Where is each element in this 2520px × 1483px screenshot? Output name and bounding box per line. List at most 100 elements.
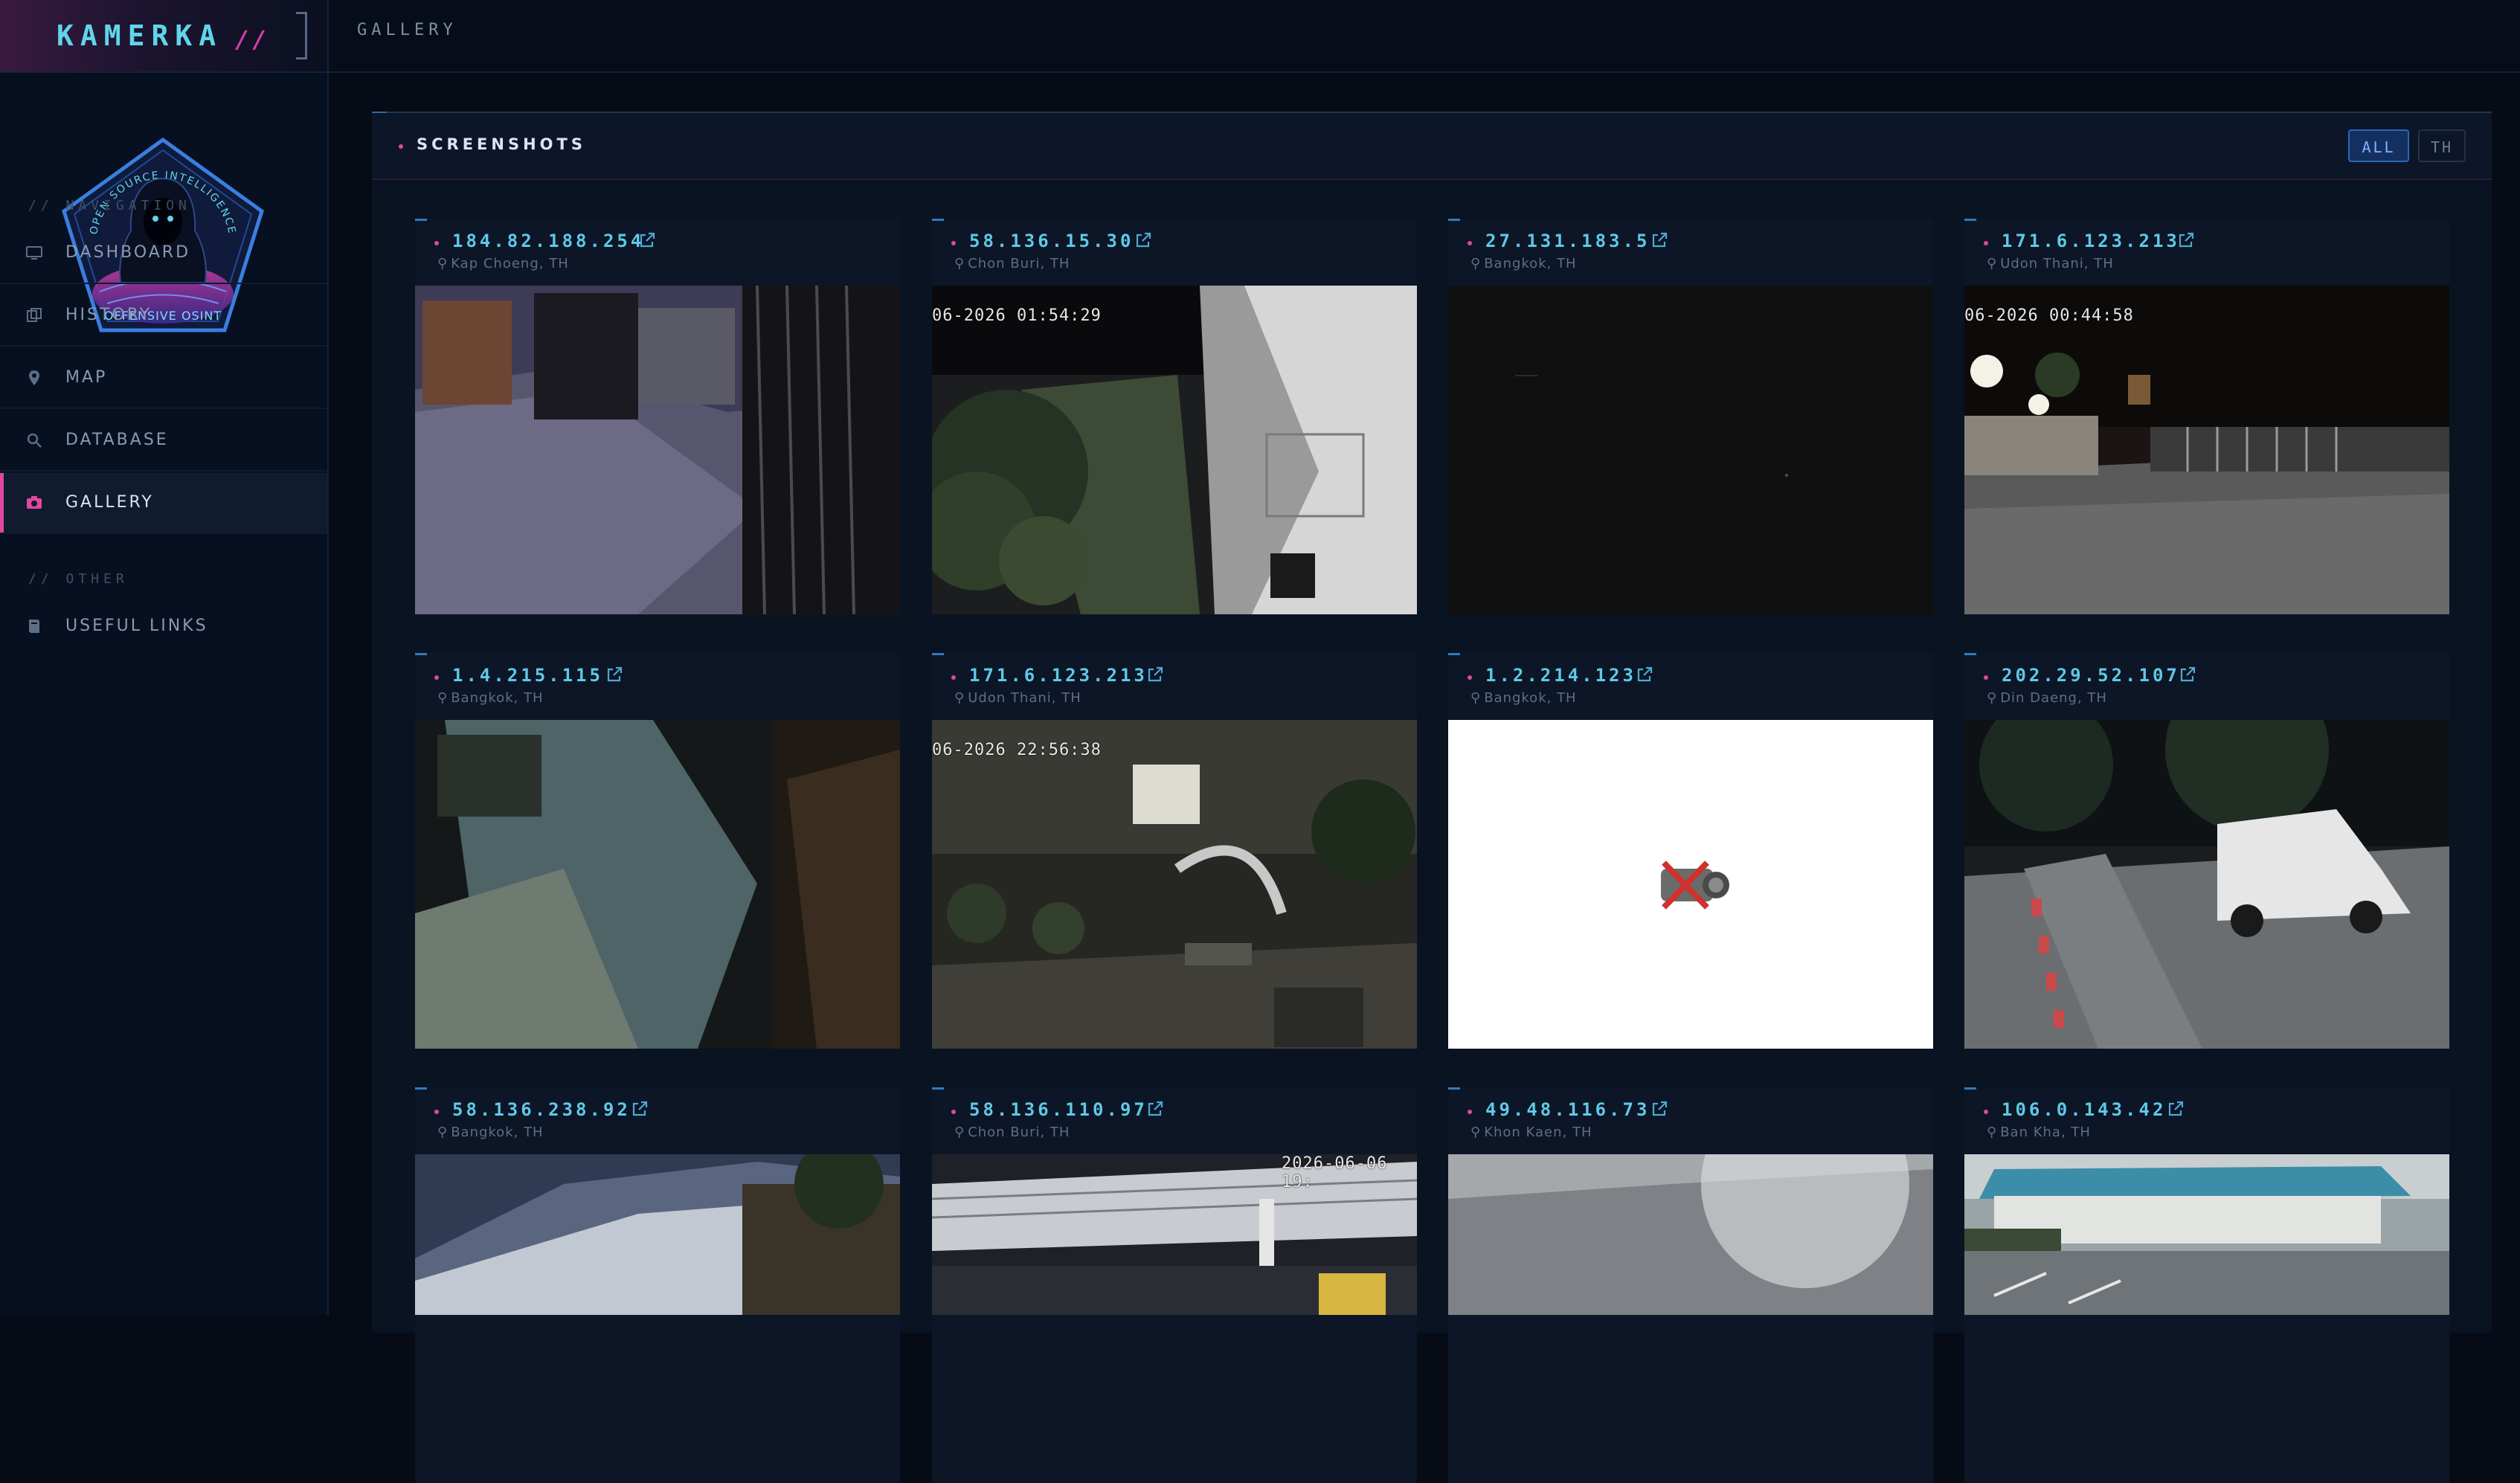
camera-card[interactable]: 58.136.110.97 ⚲ Chon Buri, TH 2026-06-06 … xyxy=(932,1087,1417,1483)
camera-ip[interactable]: 106.0.143.42 xyxy=(2002,1099,2166,1120)
sidebar-item-label: MAP xyxy=(65,368,108,387)
camera-ip[interactable]: 58.136.15.30 xyxy=(969,231,1134,251)
camera-card[interactable]: 106.0.143.42 ⚲ Ban Kha, TH xyxy=(1964,1087,2449,1483)
camera-ip[interactable]: 49.48.116.73 xyxy=(1485,1099,1650,1120)
camera-card[interactable]: 184.82.188.254 ⚲ Kap Choeng, TH xyxy=(415,219,900,614)
sidebar-item-database[interactable]: DATABASE xyxy=(0,411,327,472)
camera-card[interactable]: 202.29.52.107 ⚲ Din Daeng, TH xyxy=(1964,653,2449,1049)
search-icon xyxy=(27,433,42,448)
camera-snapshot[interactable]: 06-2026 22:56:38 xyxy=(932,720,1417,1049)
external-link-icon[interactable] xyxy=(1146,1100,1164,1118)
bullet-dot-icon xyxy=(951,241,956,245)
camera-snapshot[interactable] xyxy=(1448,1154,1933,1315)
map-pin-icon: ⚲ xyxy=(1470,1125,1482,1140)
camera-timestamp: 06-2026 01:54:29 xyxy=(932,306,1102,325)
map-pin-icon xyxy=(29,370,39,385)
sidebar-item-gallery[interactable]: GALLERY xyxy=(0,473,327,534)
bullet-dot-icon xyxy=(434,241,439,245)
camera-card[interactable]: 49.48.116.73 ⚲ Khon Kaen, TH xyxy=(1448,1087,1933,1483)
camera-timestamp: 2026-06-06 19: xyxy=(1282,1154,1388,1191)
camera-card[interactable]: 58.136.15.30 ⚲ Chon Buri, TH 06-2026 01:5… xyxy=(932,219,1417,614)
map-pin-icon: ⚲ xyxy=(1987,256,1998,271)
camera-location: Chon Buri, TH xyxy=(968,1125,1070,1140)
external-link-icon[interactable] xyxy=(638,231,656,249)
camera-card[interactable]: 58.136.238.92 ⚲ Bangkok, TH xyxy=(415,1087,900,1483)
camera-timestamp: 06-2026 22:56:38 xyxy=(932,741,1102,759)
camera-location: Khon Kaen, TH xyxy=(1484,1125,1592,1140)
bullet-dot-icon xyxy=(1468,675,1472,680)
external-link-icon[interactable] xyxy=(631,1100,649,1118)
sidebar-item-history[interactable]: HISTORY xyxy=(0,286,327,347)
camera-card[interactable]: 1.4.215.115 ⚲ Bangkok, TH xyxy=(415,653,900,1049)
camera-ip[interactable]: 27.131.183.5 xyxy=(1485,231,1650,251)
camera-ip[interactable]: 171.6.123.213 xyxy=(2002,231,2180,251)
camera-location: Bangkok, TH xyxy=(1484,690,1577,706)
map-pin-icon: ⚲ xyxy=(954,256,965,271)
camera-location: Bangkok, TH xyxy=(451,1125,544,1140)
camera-location: Bangkok, TH xyxy=(451,690,544,706)
external-link-icon[interactable] xyxy=(1636,666,1653,683)
external-link-icon[interactable] xyxy=(2177,231,2195,249)
nav-section-navigation: // NAVIGATION xyxy=(28,198,191,213)
camera-snapshot[interactable]: 06-2026 01:54:29 xyxy=(932,286,1417,614)
camera-snapshot[interactable] xyxy=(1964,720,2449,1049)
bracket-icon xyxy=(296,12,307,59)
bullet-dot-icon xyxy=(434,1110,439,1114)
camera-location: Udon Thani, TH xyxy=(968,690,1081,706)
map-pin-icon: ⚲ xyxy=(954,690,965,706)
camera-ip[interactable]: 58.136.238.92 xyxy=(452,1099,631,1120)
camera-snapshot[interactable] xyxy=(1964,1154,2449,1315)
external-link-icon[interactable] xyxy=(605,666,623,683)
page-title: GALLERY xyxy=(357,21,457,39)
map-pin-icon: ⚲ xyxy=(1470,256,1482,271)
brand[interactable]: KAMERKA // xyxy=(0,0,329,71)
external-link-icon[interactable] xyxy=(1134,231,1152,249)
camera-snapshot[interactable]: 2026-06-06 19: xyxy=(932,1154,1417,1315)
bullet-dot-icon xyxy=(1984,1110,1988,1114)
camera-ip[interactable]: 202.29.52.107 xyxy=(2002,665,2180,686)
camera-ip[interactable]: 1.2.214.123 xyxy=(1485,665,1636,686)
bullet-dot-icon xyxy=(1468,241,1472,245)
external-link-icon[interactable] xyxy=(2167,1100,2185,1118)
bullet-dot-icon xyxy=(1984,675,1988,680)
external-link-icon[interactable] xyxy=(1650,1100,1668,1118)
external-link-icon[interactable] xyxy=(2179,666,2196,683)
sidebar-item-map[interactable]: MAP xyxy=(0,348,327,409)
external-link-icon[interactable] xyxy=(1146,666,1164,683)
camera-ip[interactable]: 184.82.188.254 xyxy=(452,231,644,251)
bullet-dot-icon xyxy=(951,675,956,680)
bullet-dot-icon xyxy=(951,1110,956,1114)
camera-snapshot[interactable]: 06-2026 00:44:58 xyxy=(1964,286,2449,614)
camera-snapshot[interactable] xyxy=(1448,720,1933,1049)
map-pin-icon: ⚲ xyxy=(1987,690,1998,706)
camera-card[interactable]: 1.2.214.123 ⚲ Bangkok, TH xyxy=(1448,653,1933,1049)
sidebar-item-dashboard[interactable]: DASHBOARD xyxy=(0,223,327,284)
panel-title: SCREENSHOTS xyxy=(417,135,586,153)
camera-location: Ban Kha, TH xyxy=(2000,1125,2091,1140)
camera-timestamp: 06-2026 00:44:58 xyxy=(1964,306,2134,325)
camera-card[interactable]: 171.6.123.213 ⚲ Udon Thani, TH 06-2026 00… xyxy=(1964,219,2449,614)
camera-location: Kap Choeng, TH xyxy=(451,256,569,271)
book-icon xyxy=(29,620,39,633)
camera-card[interactable]: 171.6.123.213 ⚲ Udon Thani, TH 06-2026 22… xyxy=(932,653,1417,1049)
bullet-dot-icon xyxy=(1468,1110,1472,1114)
bullet-dot-icon xyxy=(1984,241,1988,245)
sidebar-item-useful-links[interactable]: USEFUL LINKS xyxy=(0,596,327,656)
filter-all-button[interactable]: ALL xyxy=(2348,129,2409,162)
sidebar: OPEN SOURCE INTELLIGENCE OFFENSIVE OSINT… xyxy=(0,73,329,1315)
camera-snapshot[interactable] xyxy=(1448,286,1933,614)
camera-snapshot[interactable] xyxy=(415,720,900,1049)
filter-th-button[interactable]: TH xyxy=(2418,129,2466,162)
sidebar-item-label: DATABASE xyxy=(65,431,169,449)
external-link-icon[interactable] xyxy=(1650,231,1668,249)
camera-ip[interactable]: 1.4.215.115 xyxy=(452,665,603,686)
map-pin-icon: ⚲ xyxy=(437,1125,449,1140)
camera-card[interactable]: 27.131.183.5 ⚲ Bangkok, TH xyxy=(1448,219,1933,614)
camera-ip[interactable]: 171.6.123.213 xyxy=(969,665,1148,686)
map-pin-icon: ⚲ xyxy=(437,690,449,706)
camera-snapshot[interactable] xyxy=(415,1154,900,1315)
map-pin-icon: ⚲ xyxy=(1987,1125,1998,1140)
history-icon xyxy=(27,308,42,322)
camera-snapshot[interactable] xyxy=(415,286,900,614)
camera-ip[interactable]: 58.136.110.97 xyxy=(969,1099,1148,1120)
